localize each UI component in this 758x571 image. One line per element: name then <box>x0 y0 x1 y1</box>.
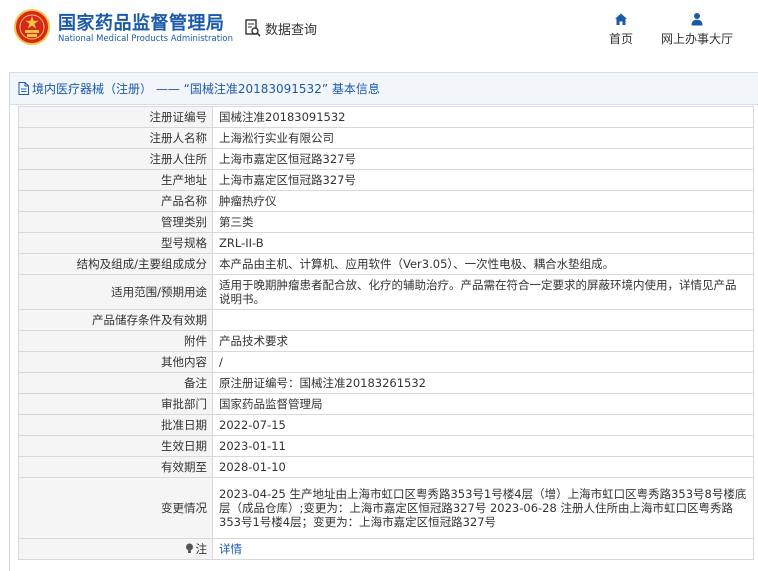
document-icon <box>18 82 29 95</box>
panel-title: 境内医疗器械（注册） —— “国械注准20183091532” 基本信息 <box>32 82 380 96</box>
nav-home[interactable]: 首页 <box>606 12 636 47</box>
note-label: 注 <box>195 542 208 556</box>
field-label: 产品名称 <box>18 190 213 212</box>
nav-online-service-hall-label: 网上办事大厅 <box>660 32 733 46</box>
field-label: 注册证编号 <box>18 106 213 128</box>
nav-online-service-hall[interactable]: 网上办事大厅 <box>657 12 737 47</box>
table-row: 审批部门 国家药品监督管理局 <box>18 393 754 415</box>
field-value: 适用于晚期肿瘤患者配合放、化疗的辅助治疗。产品需在符合一定要求的屏蔽环境内使用，… <box>212 274 754 310</box>
field-label: 生效日期 <box>18 435 213 457</box>
field-label: 附件 <box>18 330 213 352</box>
field-label: 管理类别 <box>18 211 213 233</box>
field-value: 上海淞行实业有限公司 <box>212 127 754 149</box>
field-value: 2023-04-25 生产地址由上海市虹口区粤秀路353号1号楼4层（增）上海市… <box>212 477 754 539</box>
field-value: 2022-07-15 <box>212 414 754 436</box>
field-value: 产品技术要求 <box>212 330 754 352</box>
table-row: 型号规格 ZRL-II-B <box>18 232 754 254</box>
registration-info-table: 注册证编号 国械注准20183091532 注册人名称 上海淞行实业有限公司 注册人… <box>18 106 754 560</box>
data-query-link[interactable]: 数据查询 <box>245 17 317 39</box>
field-label: 结构及组成/主要组成成分 <box>18 253 213 275</box>
field-label: 注册人住所 <box>18 148 213 170</box>
field-label: 注册人名称 <box>18 127 213 149</box>
detail-panel: 境内医疗器械（注册） —— “国械注准20183091532” 基本信息 注册证… <box>9 72 758 571</box>
field-value: ZRL-II-B <box>212 232 754 254</box>
table-row: 产品储存条件及有效期 <box>18 309 754 331</box>
field-value: 上海市嘉定区恒冠路327号 <box>212 169 754 191</box>
table-row: 生产地址 上海市嘉定区恒冠路327号 <box>18 169 754 191</box>
field-value: / <box>212 351 754 373</box>
table-row: 生效日期 2023-01-11 <box>18 435 754 457</box>
home-icon <box>615 13 627 25</box>
table-row: 结构及组成/主要组成成分 本产品由主机、计算机、应用软件（Ver3.05）、一次性… <box>18 253 754 275</box>
field-value: 国械注准20183091532 <box>212 106 754 128</box>
note-label-cell: 注 <box>18 538 213 560</box>
table-row: 注册人名称 上海淞行实业有限公司 <box>18 127 754 149</box>
site-header: 国家药品监督管理局 National Medical Products Admi… <box>0 0 758 62</box>
field-value: 第三类 <box>212 211 754 233</box>
field-value: 2028-01-10 <box>212 456 754 478</box>
brand-subtitle: National Medical Products Administration <box>58 34 233 44</box>
field-value: 上海市嘉定区恒冠路327号 <box>212 148 754 170</box>
field-label: 产品储存条件及有效期 <box>18 309 213 331</box>
field-value <box>212 309 754 331</box>
field-label: 审批部门 <box>18 393 213 415</box>
nav-home-label: 首页 <box>608 32 633 46</box>
table-row: 管理类别 第三类 <box>18 211 754 233</box>
field-value: 原注册证编号：国械注准20183261532 <box>212 372 754 394</box>
national-emblem-icon <box>14 9 50 45</box>
field-label: 型号规格 <box>18 232 213 254</box>
table-row: 变更情况 2023-04-25 生产地址由上海市虹口区粤秀路353号1号楼4层（增… <box>18 477 754 539</box>
table-row: 注册人住所 上海市嘉定区恒冠路327号 <box>18 148 754 170</box>
field-label: 变更情况 <box>18 477 213 539</box>
table-row: 备注 原注册证编号：国械注准20183261532 <box>18 372 754 394</box>
user-icon <box>691 13 703 26</box>
table-row: 有效期至 2028-01-10 <box>18 456 754 478</box>
field-label: 批准日期 <box>18 414 213 436</box>
field-label: 其他内容 <box>18 351 213 373</box>
field-label: 生产地址 <box>18 169 213 191</box>
field-label: 备注 <box>18 372 213 394</box>
field-value: 国家药品监督管理局 <box>212 393 754 415</box>
field-value: 2023-01-11 <box>212 435 754 457</box>
field-value: 肿瘤热疗仪 <box>212 190 754 212</box>
details-link[interactable]: 详情 <box>219 542 242 556</box>
table-row: 其他内容 / <box>18 351 754 373</box>
field-label: 有效期至 <box>18 456 213 478</box>
field-value: 本产品由主机、计算机、应用软件（Ver3.05）、一次性电极、耦合水垫组成。 <box>212 253 754 275</box>
field-label: 适用范围/预期用途 <box>18 274 213 310</box>
panel-title-bar: 境内医疗器械（注册） —— “国械注准20183091532” 基本信息 <box>10 73 758 105</box>
table-row: 产品名称 肿瘤热疗仪 <box>18 190 754 212</box>
data-query-label: 数据查询 <box>265 22 318 38</box>
lightbulb-icon <box>185 543 193 553</box>
table-row: 批准日期 2022-07-15 <box>18 414 754 436</box>
search-document-icon <box>245 19 261 37</box>
brand-title: 国家药品监督管理局 <box>58 13 225 34</box>
table-row: 适用范围/预期用途 适用于晚期肿瘤患者配合放、化疗的辅助治疗。产品需在符合一定要求… <box>18 274 754 310</box>
table-row: 附件 产品技术要求 <box>18 330 754 352</box>
table-row: 注册证编号 国械注准20183091532 <box>18 106 754 128</box>
table-row: 注 详情 <box>18 538 754 560</box>
